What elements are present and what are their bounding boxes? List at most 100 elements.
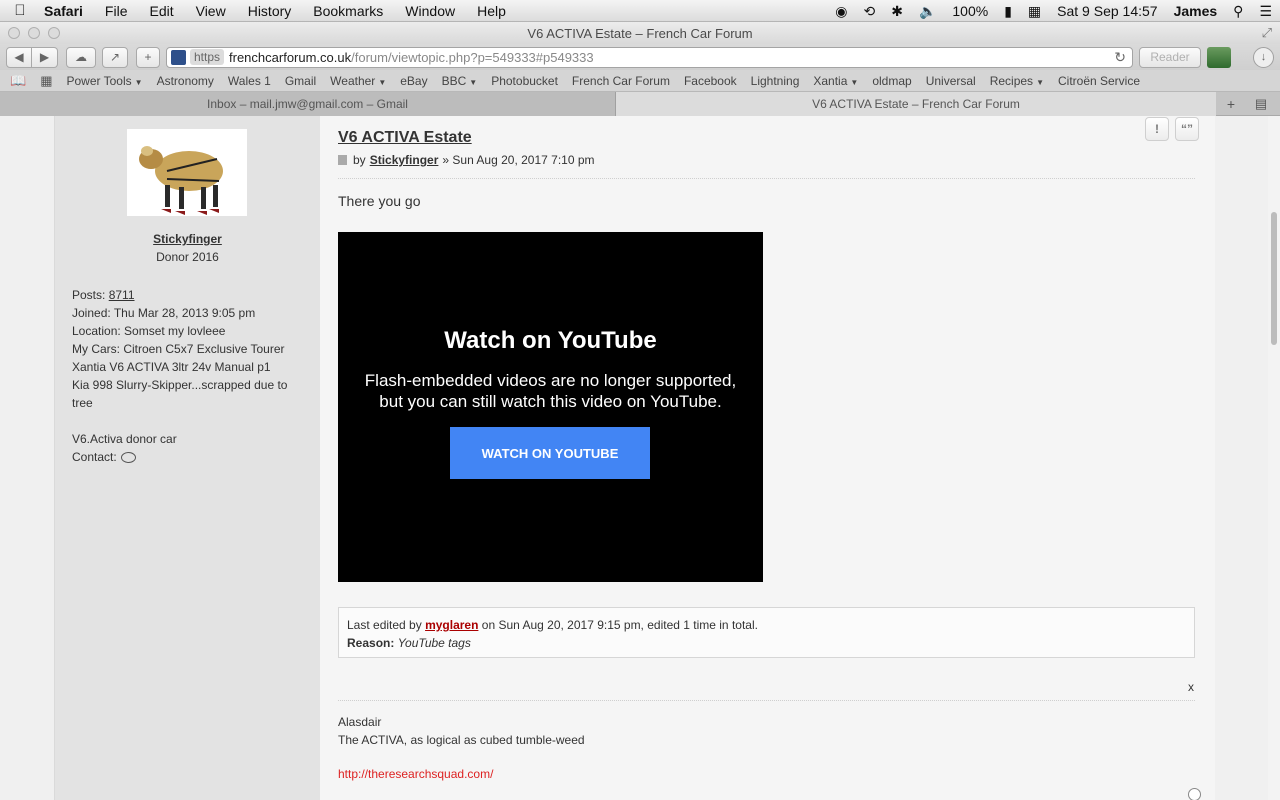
menu-app-safari[interactable]: Safari bbox=[40, 0, 94, 22]
bookmarks-sidebar-icon[interactable]: 📖 bbox=[10, 73, 26, 89]
close-window-button[interactable] bbox=[8, 27, 20, 39]
zoom-window-button[interactable] bbox=[48, 27, 60, 39]
bluetooth-icon[interactable]: ✱ bbox=[883, 0, 911, 22]
post-title[interactable]: V6 ACTIVA Estate bbox=[338, 129, 472, 147]
macos-menubar:  Safari File Edit View History Bookmark… bbox=[0, 0, 1280, 22]
site-favicon-icon bbox=[171, 49, 186, 65]
clock[interactable]: Sat 9 Sep 14:57 bbox=[1049, 0, 1165, 22]
close-signature-button[interactable]: x bbox=[1188, 680, 1194, 694]
editor-link[interactable]: myglaren bbox=[425, 618, 478, 632]
bookmark-oldmap[interactable]: oldmap bbox=[872, 74, 911, 88]
watch-on-youtube-button[interactable]: WATCH ON YOUTUBE bbox=[450, 427, 650, 479]
post-author-link[interactable]: Stickyfinger bbox=[370, 153, 439, 167]
back-button[interactable]: ◀ bbox=[6, 46, 32, 68]
bookmark-photobucket[interactable]: Photobucket bbox=[491, 74, 558, 88]
user-avatar[interactable] bbox=[127, 129, 247, 216]
bookmark-citroen-service[interactable]: Citroën Service bbox=[1058, 74, 1140, 88]
calendar-icon[interactable]: ▦ bbox=[1020, 0, 1049, 22]
reload-icon[interactable]: ↻ bbox=[1114, 49, 1126, 66]
forward-button[interactable]: ▶ bbox=[32, 46, 58, 68]
wifi-icon[interactable]: ◉ bbox=[827, 0, 855, 22]
user-name[interactable]: James bbox=[1166, 0, 1226, 22]
share-button[interactable]: ↗ bbox=[102, 46, 128, 68]
nav-buttons: ◀ ▶ bbox=[6, 46, 58, 68]
signature-link[interactable]: http://theresearchsquad.com/ bbox=[338, 767, 493, 781]
top-sites-grid-icon[interactable]: ▦ bbox=[40, 73, 52, 89]
video-message: Flash-embedded videos are no longer supp… bbox=[364, 371, 737, 411]
profile-cars-4: tree bbox=[72, 396, 93, 410]
menu-window[interactable]: Window bbox=[394, 0, 466, 22]
https-badge: https bbox=[190, 49, 225, 65]
posts-count-link[interactable]: 8711 bbox=[109, 288, 135, 302]
apple-menu-icon[interactable]:  bbox=[0, 2, 40, 19]
bookmark-astronomy[interactable]: Astronomy bbox=[157, 74, 214, 88]
tab-bar: Inbox – mail.jmw@gmail.com – Gmail V6 AC… bbox=[0, 91, 1280, 116]
url-path: /forum/viewtopic.php?p=549333#p549333 bbox=[351, 49, 594, 65]
chevron-down-icon: ▼ bbox=[850, 77, 859, 87]
edit-notice: Last edited by myglaren on Sun Aug 20, 2… bbox=[338, 607, 1195, 658]
extension-icon[interactable] bbox=[1207, 46, 1231, 68]
speech-bubble-icon[interactable] bbox=[120, 452, 136, 464]
chevron-down-icon: ▼ bbox=[469, 77, 478, 87]
browser-toolbar: ◀ ▶ ☁ ↗ + https frenchcarforum.co.uk /fo… bbox=[0, 44, 1280, 70]
post-actions: ! “” bbox=[1145, 117, 1199, 141]
bookmark-weather[interactable]: Weather ▼ bbox=[330, 74, 386, 88]
bookmark-power-tools[interactable]: Power Tools ▼ bbox=[66, 74, 142, 88]
edit-reason: YouTube tags bbox=[397, 636, 471, 650]
page-scrollbar[interactable] bbox=[1268, 116, 1280, 800]
bookmark-facebook[interactable]: Facebook bbox=[684, 74, 737, 88]
quote-button[interactable]: “” bbox=[1175, 117, 1199, 141]
minimize-window-button[interactable] bbox=[28, 27, 40, 39]
spotlight-search-icon[interactable]: ⚲ bbox=[1225, 0, 1251, 22]
notification-center-icon[interactable]: ☰ bbox=[1251, 0, 1280, 22]
menu-view[interactable]: View bbox=[185, 0, 237, 22]
bookmark-wales-1[interactable]: Wales 1 bbox=[228, 74, 271, 88]
bookmark-recipes[interactable]: Recipes ▼ bbox=[990, 74, 1044, 88]
profile-details: Posts: 8711 Joined: Thu Mar 28, 2013 9:0… bbox=[72, 286, 302, 466]
menu-edit[interactable]: Edit bbox=[138, 0, 184, 22]
tab-gmail[interactable]: Inbox – mail.jmw@gmail.com – Gmail bbox=[0, 91, 616, 116]
battery-percent[interactable]: 100% bbox=[944, 0, 996, 22]
status-area: ◉ ⟲ ✱ 🔈 100% ▮ ▦ Sat 9 Sep 14:57 James ⚲… bbox=[827, 0, 1280, 22]
tab-view-icon[interactable]: ▤ bbox=[1246, 96, 1276, 112]
window-controls bbox=[8, 27, 60, 39]
fullscreen-icon[interactable]: ⤢ bbox=[1262, 25, 1272, 41]
profile-cars-2: Xantia V6 ACTIVA 3ltr 24v Manual p1 bbox=[72, 360, 271, 374]
menu-file[interactable]: File bbox=[94, 0, 139, 22]
downloads-icon[interactable]: ↓ bbox=[1253, 46, 1274, 68]
icloud-tabs-button[interactable]: ☁ bbox=[66, 46, 96, 68]
bookmark-ebay[interactable]: eBay bbox=[400, 74, 427, 88]
bookmark-gmail[interactable]: Gmail bbox=[285, 74, 316, 88]
new-tab-icon[interactable]: + bbox=[1216, 96, 1246, 112]
divider bbox=[338, 178, 1195, 179]
profile-contact: Contact: bbox=[72, 448, 302, 466]
url-domain: frenchcarforum.co.uk bbox=[229, 49, 352, 65]
profile-joined: Joined: Thu Mar 28, 2013 9:05 pm bbox=[72, 306, 256, 320]
video-title: Watch on YouTube bbox=[444, 327, 657, 354]
back-to-top-icon[interactable] bbox=[1188, 788, 1201, 800]
bookmark-xantia[interactable]: Xantia ▼ bbox=[813, 74, 858, 88]
volume-icon[interactable]: 🔈 bbox=[911, 0, 944, 22]
scrollbar-thumb[interactable] bbox=[1271, 212, 1277, 345]
profile-username[interactable]: Stickyfinger bbox=[55, 232, 320, 246]
reader-button[interactable]: Reader bbox=[1139, 46, 1201, 68]
profile-cars-3: Kia 998 Slurry-Skipper...scrapped due to bbox=[72, 378, 288, 392]
profile-cars-1: My Cars: Citroen C5x7 Exclusive Tourer bbox=[72, 342, 285, 356]
bookmark-bbc[interactable]: BBC ▼ bbox=[442, 74, 478, 88]
add-bookmark-button[interactable]: + bbox=[136, 46, 160, 68]
tab-french-car-forum[interactable]: V6 ACTIVA Estate – French Car Forum bbox=[616, 91, 1216, 116]
bookmark-french-car-forum[interactable]: French Car Forum bbox=[572, 74, 670, 88]
battery-icon[interactable]: ▮ bbox=[996, 0, 1020, 22]
address-bar[interactable]: https frenchcarforum.co.uk /forum/viewto… bbox=[166, 46, 1133, 68]
menu-bookmarks[interactable]: Bookmarks bbox=[302, 0, 394, 22]
signature-divider bbox=[338, 700, 1195, 701]
menu-help[interactable]: Help bbox=[466, 0, 517, 22]
bookmark-lightning[interactable]: Lightning bbox=[751, 74, 800, 88]
time-machine-icon[interactable]: ⟲ bbox=[855, 0, 883, 22]
bookmark-universal[interactable]: Universal bbox=[926, 74, 976, 88]
window-title: V6 ACTIVA Estate – French Car Forum bbox=[527, 25, 753, 41]
menu-history[interactable]: History bbox=[237, 0, 303, 22]
youtube-embed[interactable]: Watch on YouTube Flash-embedded videos a… bbox=[338, 232, 763, 582]
report-button[interactable]: ! bbox=[1145, 117, 1169, 141]
